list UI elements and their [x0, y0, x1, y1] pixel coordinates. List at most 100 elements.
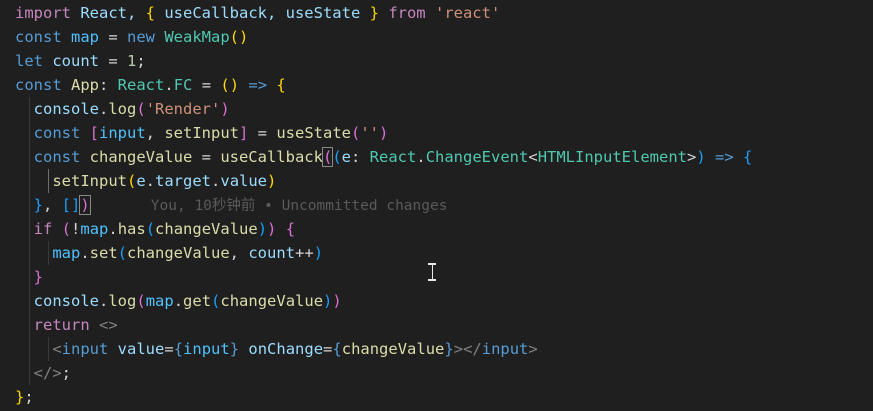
code-token: . [80, 244, 90, 262]
indent-guide [29, 193, 30, 217]
code-token: changeValue [341, 340, 445, 358]
code-token: () [229, 28, 249, 46]
code-token: const [15, 28, 71, 46]
ibeam-cursor-icon [428, 263, 436, 281]
code-token: = [192, 148, 221, 166]
code-token: : [99, 76, 118, 94]
code-token: . [99, 292, 109, 310]
code-token: useCallback [220, 148, 323, 166]
code-line[interactable]: const [input, setInput] = useState('') [15, 121, 873, 145]
code-line[interactable]: let count = 1; [15, 49, 873, 73]
code-token: => [705, 148, 744, 166]
indent-guide [29, 361, 30, 385]
code-line[interactable]: console.log('Render') [15, 97, 873, 121]
code-token: HTMLInputElement [537, 148, 687, 166]
code-token: map [80, 220, 109, 238]
code-token: console [15, 292, 99, 310]
code-token: ) [220, 100, 230, 118]
indent-guide [29, 241, 30, 265]
code-token: ) [379, 124, 389, 142]
code-token: => [239, 76, 277, 94]
indent-guide [29, 265, 30, 289]
code-token: : [351, 148, 370, 166]
code-token: value [220, 172, 268, 190]
code-token: ) [313, 244, 324, 262]
code-token: '' [360, 124, 380, 142]
code-token: import [15, 4, 71, 22]
code-token: ) [323, 292, 333, 310]
indent-guide [47, 337, 49, 361]
code-line[interactable]: }, []) You, 10秒钟前 • Uncommitted changes [15, 193, 873, 217]
indent-guide [29, 313, 30, 337]
code-token: ) [79, 195, 91, 215]
code-token: const [15, 124, 90, 142]
code-token: count [52, 52, 99, 70]
code-token: ( [117, 244, 128, 262]
code-line[interactable]: console.log(map.get(changeValue)) [15, 289, 873, 313]
code-token: { [173, 340, 184, 358]
code-token: ( [126, 172, 137, 190]
code-token: ) [696, 148, 706, 166]
code-token: map [71, 28, 99, 46]
code-token: ] [239, 124, 249, 142]
code-line[interactable]: }; [15, 385, 873, 409]
code-token: ; [61, 364, 72, 382]
code-line[interactable]: const map = new WeakMap() [15, 25, 873, 49]
code-token: has [117, 220, 146, 238]
code-token: } [229, 340, 240, 358]
code-token: new [127, 28, 165, 46]
code-line[interactable]: <input value={input} onChange={changeVal… [15, 337, 873, 361]
code-line[interactable]: import React, { useCallback, useState } … [15, 1, 873, 25]
code-token: ChangeEvent [425, 148, 529, 166]
code-token: setInput [15, 172, 127, 190]
code-token: React, [71, 4, 146, 22]
code-line[interactable]: return <> [15, 313, 873, 337]
code-line[interactable]: setInput(e.target.value) [15, 169, 873, 193]
code-token: set [89, 244, 118, 262]
code-line[interactable]: const changeValue = useCallback((e: Reac… [15, 145, 873, 169]
code-editor[interactable]: import React, { useCallback, useState } … [0, 0, 873, 411]
code-token: { [276, 220, 296, 238]
indent-guide [29, 217, 30, 241]
code-token: ( [61, 220, 72, 238]
code-token: ( [136, 292, 146, 310]
indent-guide [29, 169, 30, 193]
code-line[interactable]: </>; [15, 361, 873, 385]
code-token: , [43, 196, 62, 214]
code-token: ) [267, 172, 277, 190]
code-token: log [108, 100, 137, 118]
code-token: . [173, 292, 184, 310]
code-token: ></ [453, 340, 482, 358]
code-token: > [687, 148, 697, 166]
code-token: { [276, 76, 286, 94]
code-token: ; [136, 52, 146, 70]
code-token: [ [89, 124, 99, 142]
code-token: const [15, 76, 71, 94]
code-token: console [15, 100, 99, 118]
indent-guide [29, 289, 30, 313]
code-line[interactable]: map.set(changeValue, count++) [15, 241, 873, 265]
code-token: = [164, 340, 174, 358]
code-token: changeValue [220, 292, 324, 310]
code-token: FC [173, 76, 193, 94]
code-token: > [528, 340, 538, 358]
code-token: < [15, 340, 62, 358]
code-line[interactable]: if (!map.has(changeValue)) { [15, 217, 873, 241]
code-lines[interactable]: import React, { useCallback, useState } … [15, 1, 873, 409]
code-token: <> [99, 316, 118, 334]
code-token: if [15, 220, 62, 238]
code-token: input [99, 124, 146, 142]
indent-guide [29, 145, 30, 169]
code-token: let [15, 52, 53, 70]
code-token: ! [71, 220, 81, 238]
code-token: = [99, 28, 127, 46]
code-token: [] [61, 196, 81, 214]
code-line[interactable]: const App: React.FC = () => { [15, 73, 873, 97]
code-token: onChange [239, 340, 324, 358]
code-token: map [145, 292, 174, 310]
code-token: ( [211, 292, 221, 310]
code-token: { [332, 340, 342, 358]
code-token: ( [136, 100, 146, 118]
code-token: . [145, 172, 156, 190]
code-line[interactable]: } [15, 265, 873, 289]
